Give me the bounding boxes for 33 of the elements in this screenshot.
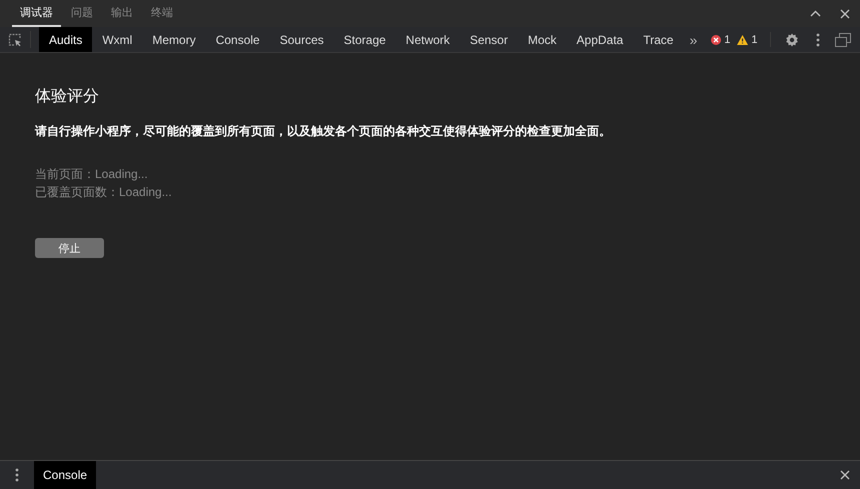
panel-tab[interactable]: 输出 (103, 0, 141, 27)
warning-icon (737, 34, 748, 44)
panel-tab[interactable]: 问题 (63, 0, 101, 27)
tool-tab[interactable]: Wxml (92, 27, 142, 52)
error-icon (711, 34, 722, 44)
inspect-icon[interactable] (8, 32, 22, 46)
settings-icon[interactable] (784, 32, 798, 46)
tool-tab[interactable]: Audits (39, 27, 92, 52)
tool-tab[interactable]: Mock (518, 27, 567, 52)
tool-tab[interactable]: Memory (142, 27, 206, 52)
tool-tab[interactable]: AppData (566, 27, 634, 52)
audit-title: 体验评分 (35, 87, 100, 107)
tool-tab[interactable]: Console (206, 27, 270, 52)
close-icon[interactable] (840, 8, 850, 18)
more-tabs-button[interactable]: » (683, 27, 712, 52)
close-icon[interactable] (840, 470, 850, 480)
tool-tab[interactable]: Sources (270, 27, 334, 52)
drawer-tab[interactable]: Console (34, 461, 96, 489)
error-count: 1 (724, 34, 730, 46)
stop-button[interactable]: 停止 (35, 238, 104, 258)
panel-tab[interactable]: 终端 (143, 0, 181, 27)
audit-description: 请自行操作小程序，尽可能的覆盖到所有页面，以及触发各个页面的各种交互使得体验评分的检查更加全面。 (35, 123, 612, 140)
tool-tab[interactable]: Sensor (460, 27, 518, 52)
warning-count: 1 (751, 34, 758, 46)
tool-tab[interactable]: Network (396, 27, 460, 52)
drawer-menu-icon[interactable] (15, 468, 19, 482)
covered-pages-status: 已覆盖页面数：Loading... (35, 184, 173, 201)
dock-icon[interactable] (834, 32, 850, 46)
chevron-up-icon[interactable] (810, 10, 820, 17)
tool-tab[interactable]: Trace (633, 27, 684, 52)
current-page-status: 当前页面：Loading... (35, 166, 149, 183)
tool-tab[interactable]: Storage (334, 27, 396, 52)
more-options-icon[interactable] (816, 32, 820, 46)
